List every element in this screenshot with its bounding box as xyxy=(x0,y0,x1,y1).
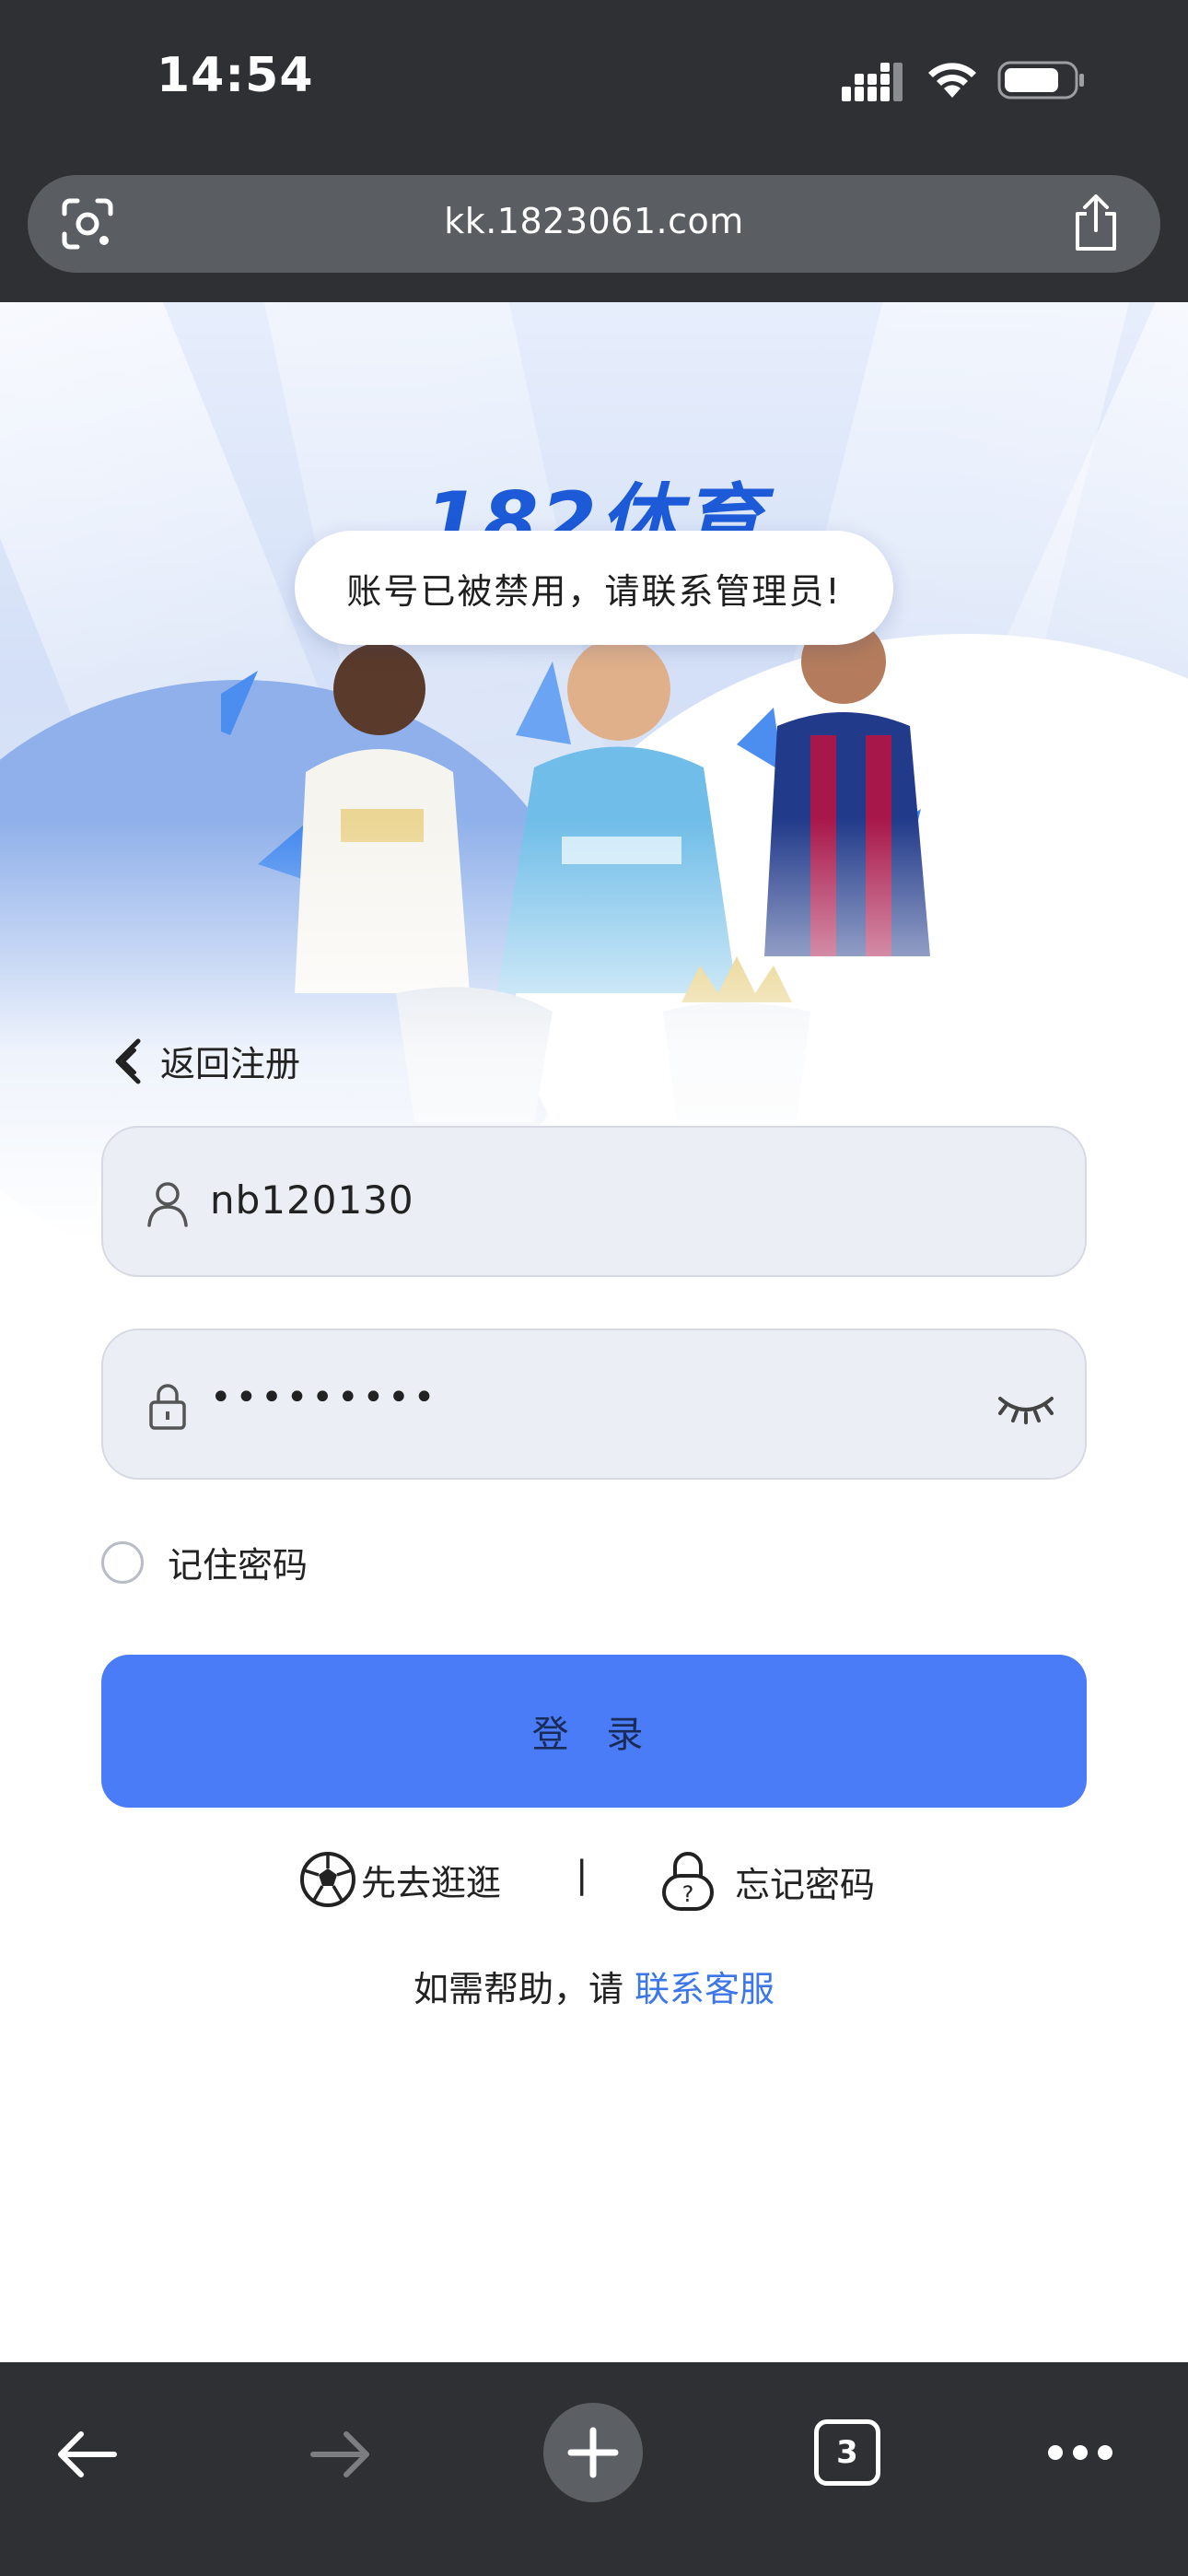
username-input[interactable]: nb120130 xyxy=(210,1177,414,1223)
forgot-password-link[interactable]: ? 忘记密码 xyxy=(659,1850,875,1913)
link-separator: | xyxy=(576,1854,588,1896)
error-toast: 账号已被禁用，请联系管理员! xyxy=(295,531,893,645)
browser-top-chrome: 14:54 kk.1823061.com xyxy=(0,0,1188,302)
url-text[interactable]: kk.1823061.com xyxy=(28,201,1160,241)
soccer-ball-icon xyxy=(300,1852,355,1907)
help-prefix: 如需帮助，请 xyxy=(413,1969,635,2009)
login-button[interactable]: 登 录 xyxy=(101,1655,1087,1808)
password-field[interactable]: ••••••••• xyxy=(101,1329,1087,1480)
user-icon xyxy=(147,1182,188,1227)
status-time: 14:54 xyxy=(157,48,314,103)
svg-text:?: ? xyxy=(682,1881,694,1907)
browser-bottom-toolbar: 3 xyxy=(0,2362,1188,2576)
remember-password-label: 记住密码 xyxy=(168,1545,309,1586)
contact-support-link[interactable]: 联系客服 xyxy=(635,1969,775,2009)
secondary-links: 先去逛逛 | ? 忘记密码 xyxy=(0,1850,1188,1914)
back-to-register-label: 返回注册 xyxy=(160,1044,301,1084)
lock-question-icon: ? xyxy=(662,1852,714,1911)
help-line: 如需帮助，请 联系客服 xyxy=(0,1961,1188,2011)
new-tab-button[interactable] xyxy=(543,2403,643,2502)
lock-icon xyxy=(149,1384,186,1430)
arrow-right-icon[interactable] xyxy=(308,2429,374,2480)
tab-switcher-button[interactable]: 3 xyxy=(814,2419,880,2486)
forgot-password-label: 忘记密码 xyxy=(735,1864,876,1905)
wifi-icon xyxy=(928,63,976,98)
battery-icon xyxy=(997,61,1084,100)
password-input[interactable]: ••••••••• xyxy=(210,1376,438,1419)
plus-icon xyxy=(567,2427,619,2478)
address-bar[interactable]: kk.1823061.com xyxy=(28,175,1160,273)
back-to-register-link[interactable]: 返回注册 xyxy=(111,1036,300,1086)
screen: 14:54 kk.1823061.com 182体育 账号已被禁用，请联系管理员… xyxy=(0,0,1188,2576)
remember-password-radio[interactable] xyxy=(101,1540,144,1584)
arrow-left-icon[interactable] xyxy=(53,2429,120,2480)
hero-banner: 182体育 xyxy=(0,302,1188,1233)
browse-first-link[interactable]: 先去逛逛 xyxy=(298,1850,501,1909)
cellular-signal-icon xyxy=(842,63,903,101)
web-page: 182体育 账号已被禁用，请联系管理员! 返回注册 nb120130 •••••… xyxy=(0,302,1188,2362)
browse-first-label: 先去逛逛 xyxy=(361,1862,502,1903)
share-icon[interactable] xyxy=(1070,193,1122,252)
eye-closed-icon[interactable] xyxy=(996,1384,1055,1426)
chevron-left-icon xyxy=(115,1038,141,1083)
remember-password-toggle[interactable]: 记住密码 xyxy=(101,1537,308,1587)
username-field[interactable]: nb120130 xyxy=(101,1126,1087,1277)
more-options-icon[interactable] xyxy=(1046,2441,1114,2464)
